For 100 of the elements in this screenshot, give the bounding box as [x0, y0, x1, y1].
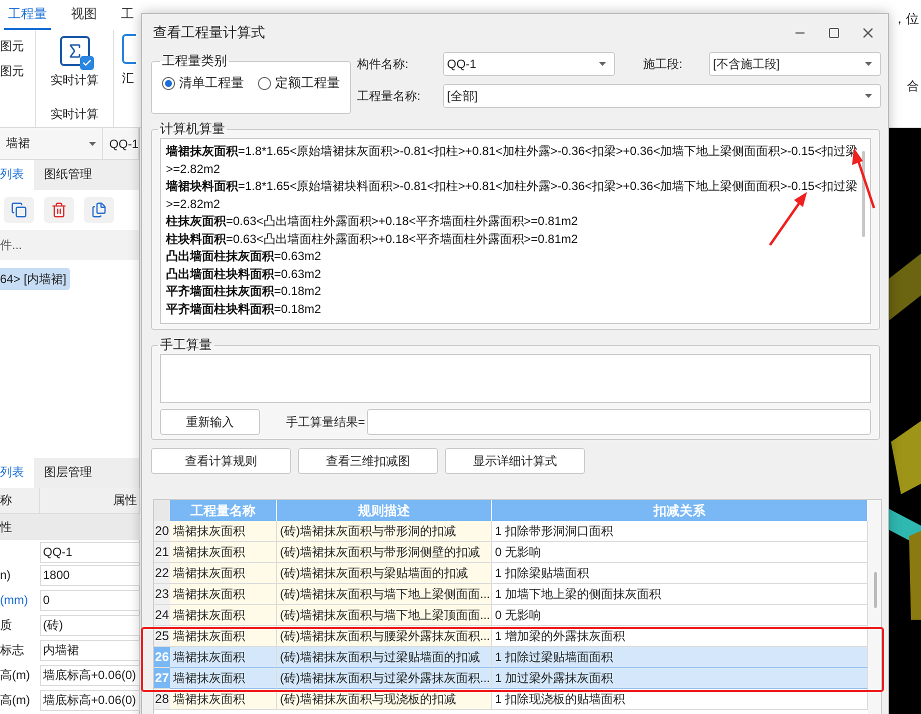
table-corner [154, 500, 170, 521]
table-cell: (砖)墙裙抹灰面积与带形洞侧壁的扣减 [277, 542, 492, 563]
property-name: 高(m) [0, 692, 31, 709]
property-name: n) [0, 567, 12, 584]
row-number: 25 [154, 626, 170, 647]
radio-option[interactable]: 定额工程量 [258, 74, 340, 92]
tree-item[interactable]: 64> [内墙裙] [0, 268, 70, 290]
dialog-title: 查看工程量计算式 [153, 24, 265, 42]
property-group: 性 [0, 514, 140, 540]
table-cell: 1 扣除现浇板的贴墙面积 [492, 689, 868, 710]
table-cell: (砖)墙裙抹灰面积与墙下地上梁侧面面... [277, 584, 492, 605]
action-button[interactable]: 查看计算规则 [151, 448, 291, 474]
row-number: 24 [154, 605, 170, 626]
row-number: 22 [154, 563, 170, 584]
table-cell: (砖)墙裙抹灰面积与腰梁外露抹灰面积... [277, 626, 492, 647]
table-cell: (砖)墙裙抹灰面积与过梁贴墙面的扣减 [277, 647, 492, 668]
radio-option[interactable]: 清单工程量 [162, 74, 244, 92]
table-cell: 1 扣除带形洞洞口面积 [492, 521, 868, 542]
ribbon-group-label: 实时计算 [50, 106, 98, 123]
table-cell: 墙裙抹灰面积 [170, 647, 277, 668]
result-label: 手工算量结果= [286, 414, 366, 430]
ribbon-button[interactable]: 合 [907, 78, 919, 95]
property-value[interactable]: 0 [40, 590, 140, 611]
caret-icon [89, 142, 96, 146]
panel-tab[interactable]: 列表 [0, 458, 34, 488]
ribbon-item[interactable]: 图元 [0, 38, 35, 55]
formula-line: 柱抹灰面积=0.63<凸出墙面柱外露面积>+0.18<平齐墙面柱外露面积>=0.81m2 [166, 213, 579, 230]
action-button[interactable]: 查看三维扣减图 [298, 448, 438, 474]
group-legend: 手工算量 [158, 336, 214, 354]
table-cell: (砖)墙裙抹灰面积与现浇板的扣减 [277, 689, 492, 710]
radio-icon[interactable] [162, 76, 175, 90]
files-icon[interactable] [84, 197, 114, 223]
action-button[interactable]: 显示详细计算式 [445, 448, 585, 474]
caret-icon [865, 94, 872, 98]
property-value[interactable]: 墙底标高+0.06(0) [40, 690, 140, 711]
trash-icon[interactable] [44, 197, 74, 223]
property-name: 质 [0, 617, 13, 634]
field-label: 工程量名称: [357, 88, 422, 105]
table-cell: 0 无影响 [492, 542, 868, 563]
reset-button[interactable]: 重新输入 [160, 409, 260, 435]
table-cell: 墙裙抹灰面积 [170, 542, 277, 563]
row-number: 20 [154, 521, 170, 542]
row-number: 27 [154, 668, 170, 689]
menu-tab[interactable]: 视图 [67, 1, 101, 30]
search-field[interactable]: 件... [0, 230, 139, 260]
caret-icon [599, 62, 606, 66]
formula-line: 平齐墙面柱抹灰面积=0.18m2 [166, 283, 322, 300]
formula-line: 凸出墙面柱抹灰面积=0.63m2 [166, 248, 322, 265]
field-label: 构件名称: [357, 56, 410, 73]
table-cell: 1 加过梁外露抹灰面积 [492, 668, 868, 689]
component-select[interactable]: QQ-1 [443, 52, 615, 76]
status-text: ，位 [893, 10, 919, 28]
table-cell: 1 增加梁的外露抹灰面积 [492, 626, 868, 647]
table-cell: 墙裙抹灰面积 [170, 689, 277, 710]
group-legend: 工程量类别 [160, 52, 229, 70]
table-cell: 墙裙抹灰面积 [170, 668, 277, 689]
manual-input[interactable] [160, 354, 871, 403]
quantity-select[interactable]: [全部] [443, 84, 881, 108]
caret-icon [865, 62, 872, 66]
radio-icon[interactable] [258, 76, 271, 90]
scrollbar[interactable] [868, 500, 881, 714]
property-name: (mm) [0, 592, 29, 609]
stage-select[interactable]: [不含施工段] [709, 52, 881, 76]
copy-icon[interactable] [4, 197, 34, 223]
panel-tab[interactable]: 列表 [0, 160, 34, 190]
column-header: 扣减关系 [492, 500, 868, 521]
ribbon-button[interactable]: 汇 [114, 30, 136, 87]
formula-line: 墙裙块料面积=1.8*1.65<原始墙裙块料面积>-0.81<扣柱>+0.81<加柱外露>-0.36<扣梁>+0.36<加墙下地上梁侧面面积>-0.15<扣过梁>=2.82m2 [166, 178, 858, 212]
table-cell: 墙裙抹灰面积 [170, 521, 277, 542]
field-label: 施工段: [642, 56, 684, 73]
row-number: 26 [154, 647, 170, 668]
table-cell: 1 扣除梁贴墙面积 [492, 563, 868, 584]
formula-line: 平齐墙面柱块料面积=0.18m2 [166, 300, 322, 318]
table-cell: 0 无影响 [492, 605, 868, 626]
table-cell: 墙裙抹灰面积 [170, 563, 277, 584]
formula-line: 柱块料面积=0.63<凸出墙面柱外露面积>+0.18<平齐墙面柱外露面积>=0.81m2 [166, 230, 579, 248]
scrollbar[interactable] [862, 151, 865, 237]
menu-tab[interactable]: 工 [117, 1, 138, 30]
table-cell: (砖)墙裙抹灰面积与墙下地上梁顶面面... [277, 605, 492, 626]
property-name: 高(m) [0, 667, 31, 684]
row-number: 28 [154, 689, 170, 710]
arrow-annotation [768, 192, 807, 246]
property-value[interactable]: (砖) [40, 615, 140, 636]
column-header: 称 [0, 488, 40, 514]
table-cell: (砖)墙裙抹灰面积与带形洞的扣减 [277, 521, 492, 542]
property-value[interactable]: 墙底标高+0.06(0) [40, 665, 140, 686]
table-cell: (砖)墙裙抹灰面积与梁贴墙面的扣减 [277, 563, 492, 584]
group-legend: 计算机算量 [158, 120, 227, 138]
table-cell: 墙裙抹灰面积 [170, 605, 277, 626]
result-field[interactable] [367, 409, 871, 435]
property-value[interactable]: 1800 [40, 565, 140, 586]
property-value[interactable]: QQ-1 [40, 542, 140, 563]
table-cell: 1 扣除过梁贴墙面面积 [492, 647, 868, 668]
formula-line: 凸出墙面柱块料面积=0.63m2 [166, 266, 322, 282]
realtime-calc-button[interactable]: 实时计算 [48, 32, 100, 93]
row-number: 21 [154, 542, 170, 563]
column-header: 规则描述 [277, 500, 492, 521]
ribbon-item[interactable]: 图元 [0, 63, 35, 80]
column-header: 工程量名称 [170, 500, 277, 521]
property-value[interactable]: 内墙裙 [40, 640, 140, 661]
